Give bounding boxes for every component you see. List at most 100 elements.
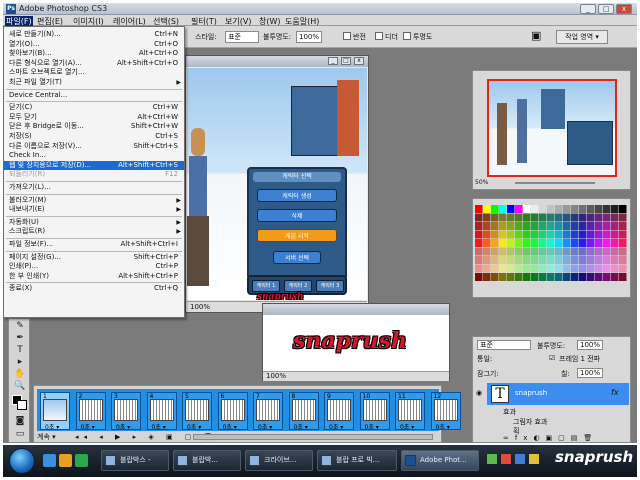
animation-scrollbar[interactable]	[193, 434, 433, 440]
color-swatch[interactable]	[491, 230, 499, 239]
color-swatch[interactable]	[483, 239, 491, 247]
color-swatch[interactable]	[499, 239, 507, 247]
color-swatch[interactable]	[539, 256, 547, 264]
color-swatch[interactable]	[611, 256, 619, 264]
color-swatch[interactable]	[499, 256, 507, 264]
frame-delay-select[interactable]: 0초 ▾	[329, 422, 343, 431]
swatch-grid[interactable]	[475, 205, 627, 283]
color-swatch[interactable]	[475, 239, 483, 247]
color-swatch[interactable]	[587, 256, 595, 264]
color-swatch[interactable]	[571, 256, 579, 264]
color-swatch[interactable]	[483, 222, 491, 230]
color-swatch[interactable]	[547, 273, 555, 281]
color-swatch[interactable]	[587, 222, 595, 230]
delete-button[interactable]: 삭제	[257, 209, 337, 222]
color-swatch[interactable]	[523, 247, 531, 256]
color-swatch[interactable]	[555, 256, 563, 264]
color-swatch[interactable]	[619, 222, 627, 230]
color-swatch[interactable]	[603, 213, 611, 222]
file-menu-item[interactable]: 페이지 설정(G)... Shift+Ctrl+P	[4, 253, 184, 262]
color-swatch[interactable]	[555, 213, 563, 222]
color-swatch[interactable]	[603, 230, 611, 239]
color-swatch[interactable]	[571, 230, 579, 239]
color-swatch[interactable]	[571, 213, 579, 222]
zoom-tool-icon[interactable]: 🔍	[14, 381, 26, 392]
layer-row-snaprush[interactable]: T snaprush fx	[487, 383, 629, 405]
tray-security-icon[interactable]	[529, 454, 539, 464]
color-swatch[interactable]	[483, 264, 491, 273]
file-menu-item[interactable]: 내보내기(E) ▶	[4, 205, 184, 214]
color-swatch[interactable]	[555, 205, 563, 213]
file-menu-item[interactable]: 인쇄(P)... Ctrl+P	[4, 262, 184, 271]
color-swatch[interactable]	[499, 222, 507, 230]
fill-input[interactable]: 100%	[577, 368, 603, 378]
color-swatch[interactable]	[523, 222, 531, 230]
color-swatch[interactable]	[547, 222, 555, 230]
transparency-checkbox[interactable]	[403, 32, 411, 40]
opacity-input[interactable]: 100%	[296, 31, 322, 43]
color-swatch[interactable]	[483, 205, 491, 213]
color-swatch[interactable]	[523, 264, 531, 273]
background-color-swatch[interactable]	[17, 400, 27, 410]
frame-delay-select[interactable]: 0초 ▾	[45, 422, 59, 431]
color-swatch[interactable]	[539, 273, 547, 281]
color-swatch[interactable]	[563, 213, 571, 222]
color-swatch[interactable]	[475, 264, 483, 273]
color-swatch[interactable]	[547, 213, 555, 222]
propagate-frame-checkbox[interactable]: ☑	[549, 354, 555, 362]
doc-close-icon[interactable]: x	[354, 57, 364, 65]
color-swatch[interactable]	[491, 213, 499, 222]
color-swatch[interactable]	[555, 247, 563, 256]
color-swatch[interactable]	[555, 230, 563, 239]
color-swatch[interactable]	[483, 247, 491, 256]
path-select-icon[interactable]: ▸	[14, 357, 26, 368]
text-document-zoom[interactable]: 100%	[263, 371, 449, 381]
color-swatch[interactable]	[539, 205, 547, 213]
hand-tool-icon[interactable]: ✋	[14, 369, 26, 380]
minimize-icon[interactable]: _	[580, 4, 596, 14]
file-menu-item[interactable]: 모두 닫기 Alt+Ctrl+W	[4, 113, 184, 122]
color-swatch[interactable]	[603, 256, 611, 264]
color-swatch[interactable]	[619, 264, 627, 273]
animation-frame[interactable]: 10 0초 ▾	[359, 392, 390, 431]
color-swatch[interactable]	[507, 247, 515, 256]
animation-frame[interactable]: 4 0초 ▾	[146, 392, 177, 431]
color-swatch[interactable]	[579, 273, 587, 281]
color-swatch[interactable]	[571, 222, 579, 230]
file-menu-item[interactable]: 불러오기(M) ▶	[4, 196, 184, 205]
color-swatch[interactable]	[587, 247, 595, 256]
frame-delay-select[interactable]: 0초 ▾	[258, 422, 272, 431]
color-swatch[interactable]	[531, 213, 539, 222]
color-swatch[interactable]	[595, 222, 603, 230]
color-swatch[interactable]	[539, 247, 547, 256]
frame-delay-select[interactable]: 0초 ▾	[152, 422, 166, 431]
reverse-checkbox[interactable]	[343, 32, 351, 40]
color-swatch[interactable]	[523, 256, 531, 264]
color-swatch[interactable]	[531, 205, 539, 213]
color-swatch[interactable]	[475, 273, 483, 281]
file-menu-item[interactable]: 닫은 후 Bridge로 이동... Shift+Ctrl+W	[4, 122, 184, 131]
color-swatch[interactable]	[483, 256, 491, 264]
color-swatch[interactable]	[547, 239, 555, 247]
color-swatch[interactable]	[531, 230, 539, 239]
animation-frame[interactable]: 6 0초 ▾	[217, 392, 248, 431]
color-swatch[interactable]	[507, 273, 515, 281]
zoom-slider[interactable]	[515, 182, 595, 184]
color-swatch[interactable]	[499, 230, 507, 239]
file-menu-item[interactable]: 종료(X) Ctrl+Q	[4, 284, 184, 293]
start-game-button[interactable]: 게임 시작	[257, 229, 337, 242]
frame-delay-select[interactable]: 0초 ▾	[436, 422, 450, 431]
color-swatch[interactable]	[579, 247, 587, 256]
color-swatch[interactable]	[587, 213, 595, 222]
brush-tool-icon[interactable]: ✎	[14, 321, 26, 332]
frame-delay-select[interactable]: 0초 ▾	[81, 422, 95, 431]
taskbar-button-3[interactable]: 크라이브...	[245, 450, 313, 471]
animation-frame[interactable]: 1 0초 ▾	[40, 392, 70, 431]
file-menu-item[interactable]: 다른 형식으로 열기(A)... Alt+Shift+Ctrl+O	[4, 59, 184, 68]
text-tool-icon[interactable]: T	[14, 345, 26, 356]
color-swatch[interactable]	[619, 213, 627, 222]
color-swatch[interactable]	[571, 247, 579, 256]
color-swatch[interactable]	[539, 264, 547, 273]
file-menu-item[interactable]: 스크립트(R) ▶	[4, 227, 184, 236]
color-swatch[interactable]	[523, 230, 531, 239]
